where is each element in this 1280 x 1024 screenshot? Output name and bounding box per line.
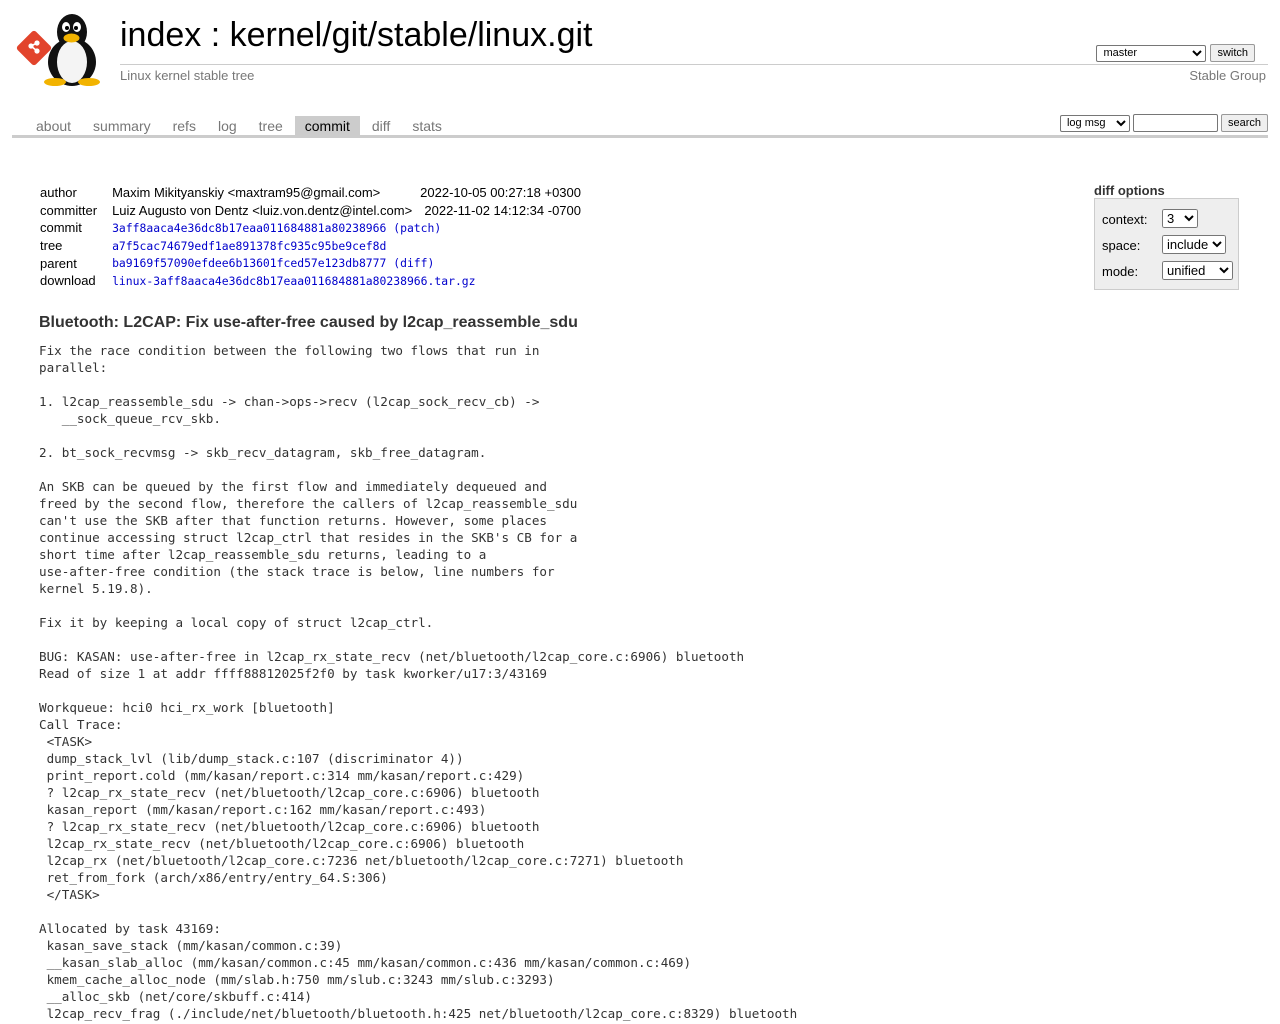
tab-log[interactable]: log bbox=[208, 116, 247, 135]
committer-date: 2022-11-02 14:12:34 -0700 bbox=[424, 202, 581, 218]
title-separator: : bbox=[201, 16, 230, 54]
parent-label: parent bbox=[40, 255, 77, 271]
search-scope-select[interactable]: log msg bbox=[1059, 114, 1130, 132]
download-cell: linux-3aff8aaca4e36dc8b17eaa011684881a80… bbox=[108, 272, 585, 290]
author-label: author bbox=[40, 185, 77, 201]
commit-message: Fix the race condition between the follo… bbox=[39, 343, 798, 1021]
space-select[interactable]: include bbox=[1162, 235, 1226, 254]
committer-row: committer Luiz Augusto von Dentz <luiz.v… bbox=[36, 202, 585, 220]
committer-label: committer bbox=[40, 202, 98, 218]
parent-sha-link[interactable]: ba9169f57090efdee6b13601fced57e123db8777 bbox=[112, 256, 386, 270]
context-label: context: bbox=[1102, 212, 1148, 227]
patch-link[interactable]: patch bbox=[400, 221, 434, 235]
tab-bar: about summary refs log tree commit diff … bbox=[12, 114, 1268, 138]
commit-info-table: author Maxim Mikityanskiy <maxtram95@gma… bbox=[36, 184, 585, 290]
search-input[interactable] bbox=[1132, 114, 1218, 132]
commit-sha-cell: 3aff8aaca4e36dc8b17eaa011684881a80238966… bbox=[112, 220, 442, 235]
tab-tree[interactable]: tree bbox=[249, 116, 293, 135]
index-link[interactable]: index bbox=[120, 16, 201, 54]
tab-about[interactable]: about bbox=[26, 116, 81, 135]
diff-options-panel: context: 3 space: include mode: unified bbox=[1094, 198, 1239, 290]
tree-sha-cell: a7f5cac74679edf1ae891378fc935c95be9cef8d bbox=[108, 237, 585, 255]
branch-switch-form: master switch bbox=[1096, 44, 1255, 62]
tree-sha-link[interactable]: a7f5cac74679edf1ae891378fc935c95be9cef8d bbox=[112, 239, 386, 253]
switch-button[interactable]: switch bbox=[1210, 44, 1255, 62]
parent-row: parent ba9169f57090efdee6b13601fced57e12… bbox=[36, 254, 585, 272]
committer-value: Luiz Augusto von Dentz <luiz.von.dentz@i… bbox=[112, 202, 413, 218]
search-button[interactable]: search bbox=[1220, 114, 1268, 132]
parent-sha-cell: ba9169f57090efdee6b13601fced57e123db8777… bbox=[112, 256, 435, 271]
commit-subject: Bluetooth: L2CAP: Fix use-after-free cau… bbox=[39, 314, 578, 331]
mode-select[interactable]: unified bbox=[1162, 261, 1233, 280]
tab-commit[interactable]: commit bbox=[294, 116, 360, 135]
tux-git-logo-icon bbox=[16, 14, 100, 86]
commit-label: commit bbox=[40, 220, 82, 236]
tree-row: tree a7f5cac74679edf1ae891378fc935c95be9… bbox=[36, 237, 585, 255]
download-row: download linux-3aff8aaca4e36dc8b17eaa011… bbox=[36, 272, 585, 290]
download-label: download bbox=[40, 273, 96, 289]
space-label: space: bbox=[1102, 238, 1141, 253]
branch-select[interactable]: master bbox=[1096, 44, 1207, 62]
tree-label: tree bbox=[40, 238, 63, 254]
tab-diff[interactable]: diff bbox=[362, 116, 400, 135]
author-row: author Maxim Mikityanskiy <maxtram95@gma… bbox=[36, 184, 585, 202]
tab-stats[interactable]: stats bbox=[402, 116, 452, 135]
header-divider bbox=[120, 64, 1268, 65]
author-value: Maxim Mikityanskiy <maxtram95@gmail.com> bbox=[112, 185, 381, 201]
search-form: log msg search bbox=[1059, 114, 1268, 132]
context-select[interactable]: 3 bbox=[1162, 209, 1198, 228]
mode-label: mode: bbox=[1102, 264, 1139, 279]
page-title: index : kernel/git/stable/linux.git bbox=[120, 16, 593, 55]
commit-row: commit 3aff8aaca4e36dc8b17eaa011684881a8… bbox=[36, 219, 585, 237]
repo-owner: Stable Group bbox=[1189, 68, 1266, 83]
repo-description: Linux kernel stable tree bbox=[120, 68, 255, 83]
repo-path-link[interactable]: kernel/git/stable/linux.git bbox=[230, 16, 593, 54]
diff-options-title: diff options bbox=[1094, 183, 1165, 198]
tab-refs[interactable]: refs bbox=[163, 116, 206, 135]
tab-summary[interactable]: summary bbox=[83, 116, 161, 135]
commit-sha-link[interactable]: 3aff8aaca4e36dc8b17eaa011684881a80238966 bbox=[112, 221, 386, 235]
parent-diff-link[interactable]: diff bbox=[400, 256, 427, 270]
author-date: 2022-10-05 00:27:18 +0300 bbox=[420, 185, 581, 201]
download-tarball-link[interactable]: linux-3aff8aaca4e36dc8b17eaa011684881a80… bbox=[112, 274, 475, 288]
cgit-logo[interactable] bbox=[14, 10, 110, 86]
